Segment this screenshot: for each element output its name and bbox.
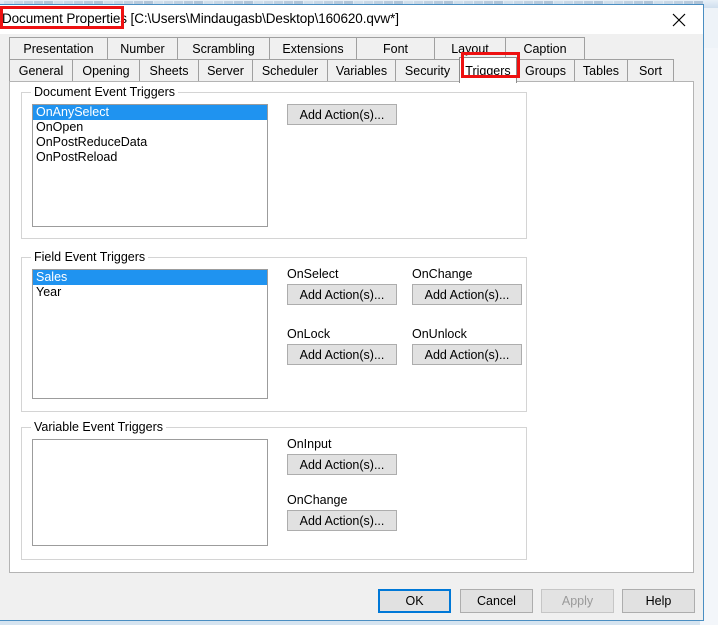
variable-event-triggers-listbox[interactable] <box>32 439 268 546</box>
field-event-triggers-group: Field Event Triggers Sales Year OnSelect … <box>21 250 527 412</box>
tab-general[interactable]: General <box>9 59 73 82</box>
tab-number[interactable]: Number <box>107 37 178 60</box>
field-onlock-add-actions-button[interactable]: Add Action(s)... <box>287 344 397 365</box>
variable-onchange-add-actions-button[interactable]: Add Action(s)... <box>287 510 397 531</box>
variable-oninput-add-actions-button[interactable]: Add Action(s)... <box>287 454 397 475</box>
dialog-footer: OK Cancel Apply Help <box>0 583 703 621</box>
field-event-triggers-title: Field Event Triggers <box>31 250 149 264</box>
screen: Document Properties [C:\Users\Mindaugasb… <box>0 0 718 625</box>
tab-sheets[interactable]: Sheets <box>139 59 199 82</box>
tab-server[interactable]: Server <box>198 59 253 82</box>
document-add-actions-button[interactable]: Add Action(s)... <box>287 104 397 125</box>
tab-extensions[interactable]: Extensions <box>269 37 357 60</box>
dialog-titlebar: Document Properties [C:\Users\Mindaugasb… <box>0 5 703 34</box>
list-item[interactable]: OnPostReload <box>33 150 267 165</box>
list-item[interactable]: Year <box>33 285 267 300</box>
document-event-triggers-title: Document Event Triggers <box>31 85 179 99</box>
tab-caption[interactable]: Caption <box>505 37 585 60</box>
ok-button[interactable]: OK <box>378 589 451 613</box>
apply-button: Apply <box>541 589 614 613</box>
tab-strip: Presentation Number Scrambling Extensions Fo… <box>0 34 703 83</box>
list-item[interactable]: OnOpen <box>33 120 267 135</box>
field-event-triggers-listbox[interactable]: Sales Year <box>32 269 268 399</box>
close-icon[interactable] <box>657 5 701 34</box>
tab-security[interactable]: Security <box>395 59 460 82</box>
field-onchange-add-actions-button[interactable]: Add Action(s)... <box>412 284 522 305</box>
field-onunlock-add-actions-button[interactable]: Add Action(s)... <box>412 344 522 365</box>
tab-scrambling[interactable]: Scrambling <box>177 37 270 60</box>
field-onselect-label: OnSelect <box>287 267 339 281</box>
dialog-title: Document Properties [C:\Users\Mindaugasb… <box>2 11 399 26</box>
document-properties-dialog: Document Properties [C:\Users\Mindaugasb… <box>0 4 704 621</box>
document-event-triggers-listbox[interactable]: OnAnySelect OnOpen OnPostReduceData OnPostR… <box>32 104 268 227</box>
tab-sort[interactable]: Sort <box>627 59 674 82</box>
variable-oninput-label: OnInput <box>287 437 332 451</box>
tab-variables[interactable]: Variables <box>327 59 396 82</box>
tab-triggers[interactable]: Triggers <box>459 57 517 83</box>
field-onlock-label: OnLock <box>287 327 331 341</box>
help-button[interactable]: Help <box>622 589 695 613</box>
tab-presentation[interactable]: Presentation <box>9 37 108 60</box>
list-item[interactable]: OnAnySelect <box>33 105 267 120</box>
document-event-triggers-group: Document Event Triggers OnAnySelect OnOpe… <box>21 85 527 239</box>
tab-groups[interactable]: Groups <box>516 59 575 82</box>
tab-row-2: General Opening Sheets Server Scheduler Varia… <box>9 57 674 83</box>
field-onselect-add-actions-button[interactable]: Add Action(s)... <box>287 284 397 305</box>
tab-tables[interactable]: Tables <box>574 59 628 82</box>
variable-event-triggers-group: Variable Event Triggers OnInput Add Acti… <box>21 420 527 560</box>
variable-event-triggers-title: Variable Event Triggers <box>31 420 166 434</box>
tab-opening[interactable]: Opening <box>72 59 140 82</box>
cancel-button[interactable]: Cancel <box>460 589 533 613</box>
list-item[interactable]: Sales <box>33 270 267 285</box>
tab-font[interactable]: Font <box>356 37 435 60</box>
triggers-page: Document Event Triggers OnAnySelect OnOpe… <box>9 81 694 573</box>
list-item[interactable]: OnPostReduceData <box>33 135 267 150</box>
field-onunlock-label: OnUnlock <box>412 327 467 341</box>
tab-scheduler[interactable]: Scheduler <box>252 59 328 82</box>
field-onchange-label: OnChange <box>412 267 473 281</box>
variable-onchange-label: OnChange <box>287 493 348 507</box>
